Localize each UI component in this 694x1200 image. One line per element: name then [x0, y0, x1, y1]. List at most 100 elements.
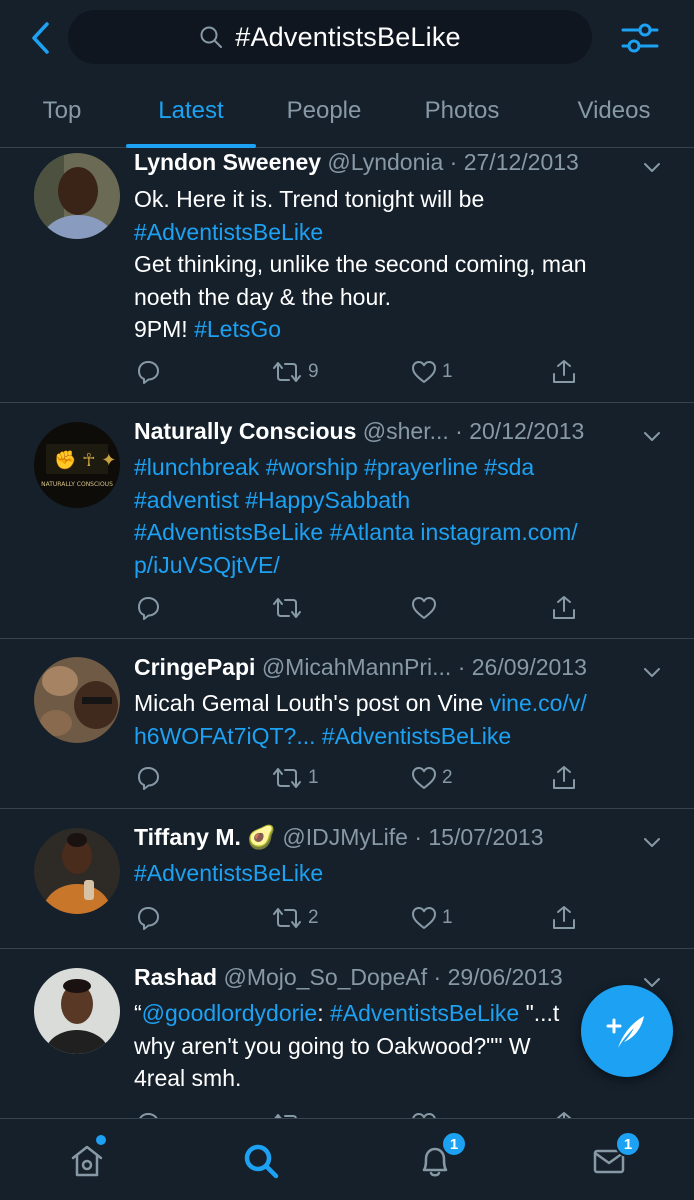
- tweet-text-line: 4real smh.: [134, 1065, 242, 1091]
- avatar[interactable]: [34, 657, 120, 743]
- retweet-button[interactable]: [270, 592, 304, 624]
- like-button[interactable]: 1: [410, 356, 453, 388]
- hashtag-link[interactable]: #AdventistsBeLike: [322, 723, 511, 749]
- tab-latest[interactable]: Latest: [126, 76, 256, 148]
- retweet-count: 9: [308, 361, 319, 382]
- hashtag-link[interactable]: #AdventistsBeLike: [134, 857, 654, 890]
- tab-people[interactable]: People: [268, 76, 380, 148]
- link[interactable]: h6WOFAt7iQT?...: [134, 723, 322, 749]
- user-handle: @sher...: [362, 418, 449, 444]
- nav-search[interactable]: [236, 1137, 286, 1185]
- chevron-down-icon[interactable]: [640, 155, 664, 179]
- reply-button[interactable]: [134, 356, 162, 388]
- tweet-date: · 26/09/2013: [457, 654, 587, 680]
- tweet-item[interactable]: ✊ ☥ ✦ NATURALLY CONSCIOUS Naturally Cons…: [0, 403, 694, 639]
- avatar[interactable]: ✊ ☥ ✦ NATURALLY CONSCIOUS: [34, 422, 120, 508]
- chevron-down-icon[interactable]: [640, 660, 664, 684]
- heart-icon: [412, 361, 436, 383]
- chevron-down-icon[interactable]: [640, 424, 664, 448]
- like-button[interactable]: [410, 1108, 438, 1118]
- link[interactable]: vine.co/v/: [490, 690, 587, 716]
- search-query: #AdventistsBeLike: [235, 21, 461, 52]
- avatar[interactable]: [34, 828, 120, 914]
- display-name[interactable]: Lyndon Sweeney: [134, 149, 321, 175]
- retweet-button[interactable]: [270, 1108, 304, 1118]
- chevron-down-icon[interactable]: [640, 830, 664, 854]
- reply-icon: [138, 767, 159, 790]
- tweet-actions: 1 2: [134, 762, 594, 794]
- sliders-icon: [621, 23, 659, 53]
- retweet-button[interactable]: 1: [270, 762, 319, 794]
- share-button[interactable]: [550, 1108, 578, 1118]
- retweet-icon: [273, 768, 301, 788]
- display-name[interactable]: CringePapi: [134, 654, 255, 680]
- tab-top[interactable]: Top: [10, 76, 114, 148]
- reply-icon: [138, 361, 159, 384]
- hashtag-link[interactable]: #AdventistsBeLike: [134, 216, 654, 249]
- compose-quill-icon: [606, 1016, 644, 1048]
- reply-button[interactable]: [134, 1108, 162, 1118]
- avatar[interactable]: [34, 968, 120, 1054]
- tab-photos[interactable]: Photos: [404, 76, 520, 148]
- nav-home[interactable]: [62, 1135, 112, 1185]
- tweet-item[interactable]: Lyndon Sweeney @Lyndonia · 27/12/2013 Ok…: [0, 149, 694, 403]
- share-icon: [557, 1112, 571, 1118]
- chevron-left-icon: [32, 22, 49, 54]
- like-count: 2: [442, 767, 453, 788]
- reply-button[interactable]: [134, 592, 162, 624]
- hashtag-link[interactable]: #adventist #HappySabbath: [134, 484, 654, 517]
- top-bar: #AdventistsBeLike: [0, 0, 694, 76]
- share-button[interactable]: [550, 356, 578, 388]
- like-count: 1: [442, 361, 453, 382]
- link[interactable]: p/iJuVSQjtVE/: [134, 549, 654, 582]
- tab-videos[interactable]: Videos: [556, 76, 672, 148]
- display-name[interactable]: Rashad: [134, 964, 217, 990]
- retweet-button[interactable]: 2: [270, 902, 319, 934]
- share-button[interactable]: [550, 902, 578, 934]
- tweet-item[interactable]: Tiffany M. 🥑 @IDJMyLife · 15/07/2013 #Ad…: [0, 809, 694, 949]
- heart-icon: [412, 907, 436, 929]
- like-button[interactable]: [410, 592, 438, 624]
- search-input[interactable]: #AdventistsBeLike: [68, 10, 592, 64]
- display-name[interactable]: Naturally Conscious: [134, 418, 356, 444]
- search-settings-button[interactable]: [618, 18, 662, 58]
- back-button[interactable]: [22, 18, 58, 58]
- avatar[interactable]: [34, 153, 120, 239]
- svg-text:✊ ☥ ✦: ✊ ☥ ✦: [54, 450, 116, 471]
- tweet-item[interactable]: CringePapi @MicahMannPri... · 26/09/2013…: [0, 639, 694, 809]
- bottom-nav: 1 1: [0, 1118, 694, 1200]
- retweet-count: 1: [308, 767, 319, 788]
- tweet-actions: [134, 592, 594, 624]
- share-button[interactable]: [550, 762, 578, 794]
- reply-button[interactable]: [134, 762, 162, 794]
- nav-notifications[interactable]: 1: [410, 1131, 467, 1185]
- share-icon: [553, 596, 575, 619]
- hashtag-link[interactable]: #AdventistsBeLike: [134, 519, 323, 545]
- reply-button[interactable]: [134, 902, 162, 934]
- retweet-icon: [274, 1114, 297, 1118]
- like-button[interactable]: 1: [410, 902, 453, 934]
- share-button[interactable]: [550, 592, 578, 624]
- retweet-button[interactable]: 9: [270, 356, 319, 388]
- tweet-text-line: 9PM!: [134, 316, 195, 342]
- hashtag-link[interactable]: #lunchbreak #worship #prayerline #sda: [134, 451, 654, 484]
- reply-icon: [138, 597, 159, 620]
- link[interactable]: #Atlanta instagram.com/: [323, 519, 578, 545]
- tweet-actions: 2 1: [134, 902, 594, 934]
- active-tab-indicator: [126, 144, 256, 148]
- tweet-text: #lunchbreak #worship #prayerline #sda #a…: [134, 451, 654, 581]
- tweet-header: Rashad @Mojo_So_DopeAf · 29/06/2013: [134, 964, 634, 998]
- mention-link[interactable]: @goodlordydorie: [142, 1000, 318, 1026]
- notifications-badge: 1: [441, 1131, 467, 1157]
- tweet-text-line: Get thinking, unlike the second coming, …: [134, 251, 587, 277]
- display-name[interactable]: Tiffany M. 🥑: [134, 824, 276, 850]
- hashtag-link[interactable]: #LetsGo: [194, 316, 281, 342]
- tweet-date: · 29/06/2013: [433, 964, 563, 990]
- user-handle: @Mojo_So_DopeAf: [223, 964, 428, 990]
- like-button[interactable]: 2: [410, 762, 453, 794]
- compose-tweet-button[interactable]: [581, 985, 673, 1077]
- nav-messages[interactable]: 1: [584, 1131, 641, 1185]
- search-tabs: Top Latest People Photos Videos: [0, 76, 694, 148]
- user-handle: @Lyndonia: [327, 149, 444, 175]
- hashtag-link[interactable]: #AdventistsBeLike: [330, 1000, 519, 1026]
